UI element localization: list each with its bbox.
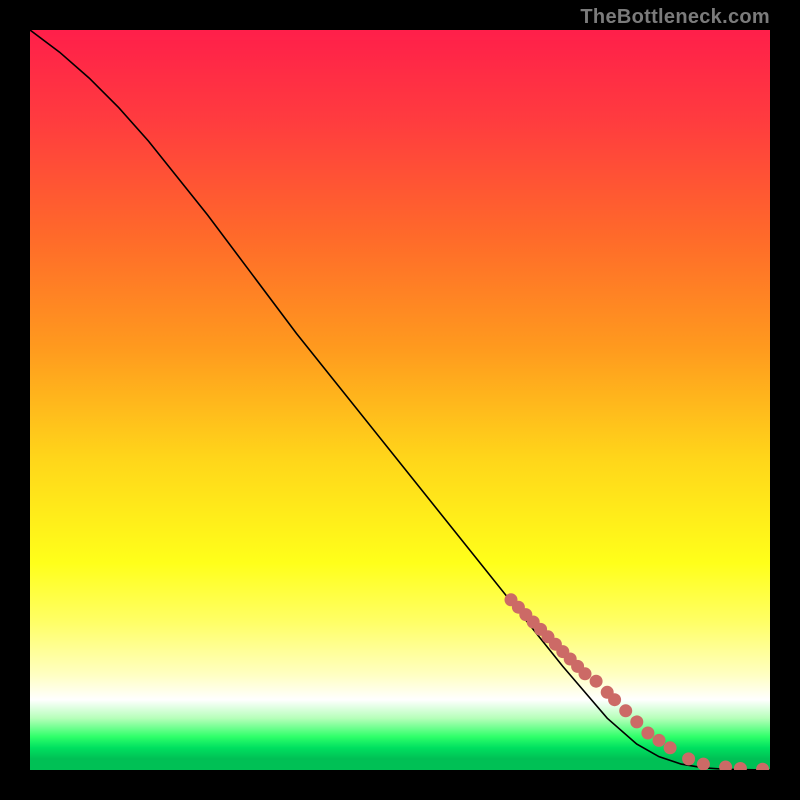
gradient-background — [30, 30, 770, 770]
data-dot — [630, 715, 643, 728]
data-dot — [579, 667, 592, 680]
data-dot — [608, 693, 621, 706]
watermark-text: TheBottleneck.com — [580, 6, 770, 29]
data-dot — [641, 727, 654, 740]
data-dot — [682, 752, 695, 765]
data-dot — [697, 758, 710, 770]
data-dot — [619, 704, 632, 717]
data-dot — [653, 734, 666, 747]
data-dot — [664, 741, 677, 754]
data-dot — [590, 675, 603, 688]
chart-frame: { "watermark": "TheBottleneck.com", "col… — [0, 0, 800, 800]
bottleneck-chart — [30, 30, 770, 770]
